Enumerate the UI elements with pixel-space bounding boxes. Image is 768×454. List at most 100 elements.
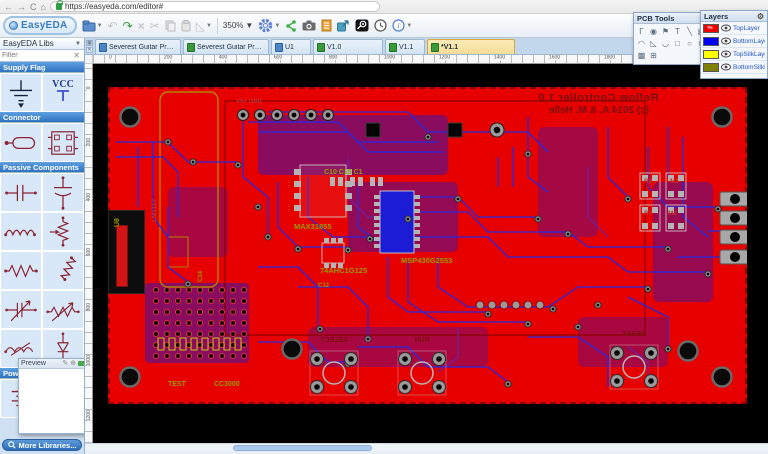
expand-icon[interactable]: ⊕ [70, 360, 76, 368]
grid-icon[interactable]: ⊞ [649, 50, 658, 61]
folder-icon [82, 20, 96, 32]
easyeda-window: ← → C ⌂ https://easyeda.com/editor# Easy… [0, 0, 768, 454]
lib-item-vcc[interactable]: VCC [42, 73, 84, 112]
tab-4[interactable]: V1.0 [313, 39, 383, 54]
lib-item-capacitor[interactable] [0, 173, 42, 212]
label-msp430: MSP430G2553 [401, 257, 452, 265]
tab-6[interactable]: *V1.1 [427, 39, 515, 54]
line-icon[interactable]: ╲ [685, 26, 694, 37]
board-title-mirrored: Reflow Controller 1.0 [466, 93, 730, 104]
section-connector[interactable]: Connector [0, 112, 84, 123]
flag-icon[interactable]: ⚑ [661, 26, 670, 37]
lib-item-inductor[interactable] [0, 212, 42, 251]
cut-button[interactable]: ✂ [150, 20, 160, 32]
layers-settings-icon[interactable]: ⚙ [757, 12, 764, 21]
delete-button[interactable]: × [138, 20, 145, 32]
easyeda-logo[interactable]: EasyEDA [3, 16, 77, 35]
zoom-select[interactable]: 350%▼ [223, 21, 253, 30]
refresh-icon[interactable]: C [30, 2, 37, 12]
inductor-symbol-icon [3, 222, 39, 242]
libs-selector[interactable]: EasyEDA Libs▼ [0, 38, 84, 50]
lib-item-resistor-diagonal[interactable] [42, 251, 84, 290]
eye-icon[interactable] [721, 50, 731, 58]
layer-row-BottomLayer[interactable]: BottomLayer [701, 35, 767, 48]
text-icon[interactable]: T [673, 26, 682, 37]
vcc-symbol-icon [53, 89, 73, 103]
layer-color-swatch[interactable] [703, 37, 719, 46]
ruler-label: 1000 [383, 55, 396, 60]
layer-row-TopSilkLayer[interactable]: TopSilkLayer [701, 48, 767, 61]
copy-button[interactable] [165, 20, 176, 32]
circle-icon[interactable]: ○ [685, 38, 694, 49]
section-passive[interactable]: Passive Components [0, 162, 84, 173]
layer-row-BottomSilkLayer[interactable]: BottomSilkLayer [701, 61, 767, 74]
arc-icon[interactable]: ◠ [637, 38, 646, 49]
undo-button[interactable]: ↶ [108, 20, 118, 32]
share-button[interactable] [285, 20, 297, 32]
lib-item-potentiometer[interactable] [42, 212, 84, 251]
pcb-canvas[interactable]: Reflow Controller 1.0 (c) 2014 A. & M. H… [93, 64, 768, 443]
dimension-icon[interactable]: ◺ [649, 38, 658, 49]
address-bar[interactable]: https://easyeda.com/editor# [50, 1, 380, 12]
section-supply-flag[interactable]: Supply Flag [0, 62, 84, 73]
snapshot-button[interactable] [302, 20, 316, 31]
help-button[interactable]: i ▼ [392, 19, 412, 32]
tab-1[interactable]: Severest Guitar Proc... [95, 39, 181, 54]
home-icon[interactable]: ⌂ [41, 2, 46, 12]
resistor-diagonal-symbol-icon [47, 255, 79, 287]
horizontal-scrollbar[interactable] [85, 443, 768, 451]
layer-row-TopLayer[interactable]: ✎TopLayer [701, 22, 767, 35]
lib-item-capacitor-polarized[interactable] [42, 173, 84, 212]
edit-pencil-icon[interactable]: ✎ [62, 360, 68, 368]
curve-icon[interactable]: ◡ [661, 38, 670, 49]
tab-5[interactable]: V1.1 [385, 39, 425, 54]
rect-icon[interactable]: □ [673, 38, 682, 49]
back-icon[interactable]: ← [4, 2, 13, 12]
filter-input[interactable] [2, 52, 71, 59]
lib-item-resistor[interactable] [0, 251, 42, 290]
community-button[interactable] [355, 19, 369, 32]
export-button[interactable] [337, 20, 350, 32]
layer-color-swatch[interactable]: ✎ [703, 24, 719, 33]
eye-icon[interactable] [721, 37, 731, 45]
lib-item-header[interactable] [42, 123, 84, 162]
document-button[interactable] [321, 19, 332, 32]
lib-item-variable-resistor[interactable] [42, 290, 84, 329]
label-reset-mirrored: RESET [612, 331, 656, 338]
more-libraries-button[interactable]: More Libraries... [2, 439, 82, 451]
history-button[interactable] [374, 19, 387, 32]
place-icon[interactable] [78, 361, 85, 366]
lib-item-ground[interactable] [0, 73, 42, 112]
url-text[interactable]: https://easyeda.com/editor# [65, 2, 163, 11]
search-icon [8, 441, 16, 449]
tab-2[interactable]: Severest Guitar Proc... [183, 39, 269, 54]
lib-item-plug[interactable] [0, 123, 42, 162]
layer-color-swatch[interactable] [703, 50, 719, 59]
layer-color-swatch[interactable] [703, 63, 719, 72]
forward-icon[interactable]: → [17, 2, 26, 12]
label-r7: R7 [644, 211, 652, 218]
clear-filter-icon[interactable]: ✕ [71, 51, 82, 60]
align-button[interactable]: ◺▼ [196, 20, 212, 32]
settings-button[interactable]: ▼ [258, 18, 280, 33]
label-cc3000: CC3000 [214, 381, 240, 388]
save-button[interactable]: ▼ [82, 20, 103, 32]
copper-area-icon[interactable]: ▩ [637, 50, 646, 61]
scrollbar-thumb[interactable] [233, 445, 372, 451]
redo-button[interactable]: ↷ [123, 20, 133, 32]
gear-icon [258, 18, 273, 33]
paste-button[interactable] [181, 20, 191, 32]
lib-item-trimmer-capacitor[interactable] [0, 290, 42, 329]
layers-panel[interactable]: Layers ⚙ ✎TopLayerBottomLayerTopSilkLaye… [700, 10, 768, 79]
label-u8: U8 [114, 218, 121, 227]
preview-panel[interactable]: Preview ✎ ⊕ [18, 358, 85, 434]
tab-3[interactable]: U1 [271, 39, 311, 54]
sidebar-splitter[interactable]: ▦✕ [86, 40, 93, 53]
via-icon[interactable]: ◉ [649, 26, 658, 37]
eye-icon[interactable] [721, 24, 731, 32]
track-icon[interactable]: Γ [637, 26, 646, 37]
pcb-board[interactable]: Reflow Controller 1.0 (c) 2014 A. & M. H… [108, 87, 747, 404]
eye-icon[interactable] [721, 63, 731, 71]
ruler-label: 0 [108, 55, 113, 60]
pcb-tools-title: PCB Tools [637, 14, 674, 23]
